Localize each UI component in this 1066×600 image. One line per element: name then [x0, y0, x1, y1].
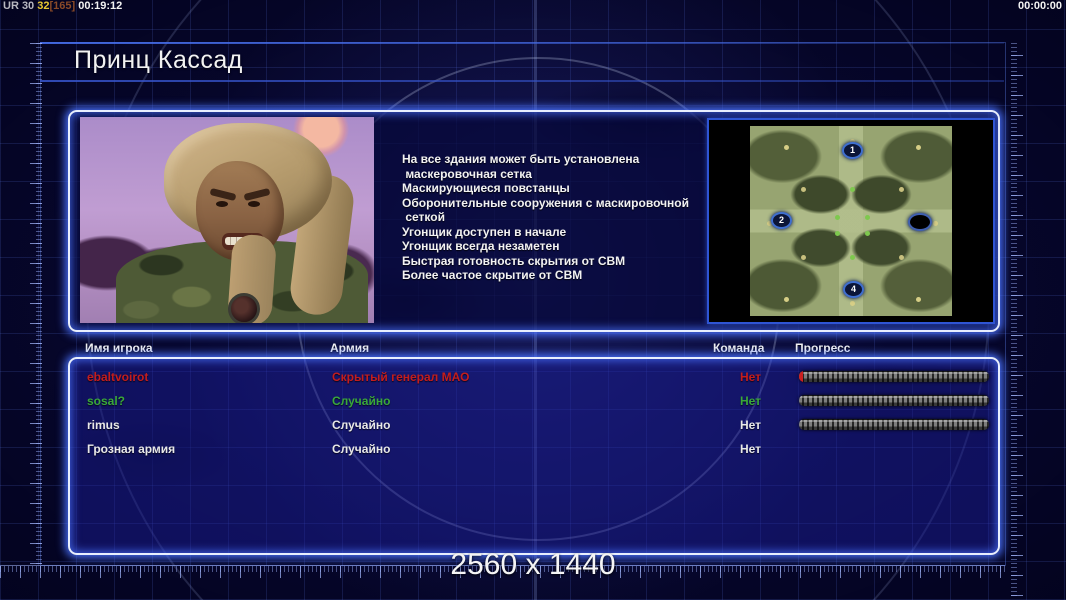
player-list-panel: ebaltvoirot Скрытый генерал МАО Нет sosa… — [68, 357, 1000, 555]
general-info-panel: На все здания может быть установлена мас… — [68, 110, 1000, 332]
map-resource-dots — [750, 126, 753, 129]
progress-accent — [799, 395, 803, 406]
ability-line: На все здания может быть установлена — [402, 152, 640, 166]
counter-value: 32 — [37, 0, 50, 12]
column-header-player-name: Имя игрока — [85, 341, 153, 355]
title-bottom-line — [40, 80, 1004, 82]
player-army: Скрытый генерал МАО — [332, 370, 470, 384]
ability-line: Оборонительные сооружения с маскировочно… — [402, 195, 690, 210]
ability-line: маскеровочная сетка — [402, 166, 532, 181]
player-team: Нет — [740, 418, 762, 432]
eye-left — [216, 201, 228, 207]
page-title: Принц Кассад — [74, 46, 243, 74]
general-abilities-list: На все здания может быть установлена мас… — [402, 152, 742, 283]
player-name: Грозная армия — [87, 442, 176, 456]
ability-line: Маскирующиеся повстанцы — [402, 181, 570, 195]
ability-line: сеткой — [402, 210, 445, 224]
elapsed-time: 00:19:12 — [78, 0, 123, 12]
general-portrait — [80, 117, 374, 323]
column-header-progress: Прогресс — [795, 341, 851, 355]
loading-screen: UR 30 32[165] 00:19:12 00:00:00 Принц Ка… — [0, 0, 1066, 600]
ability-line: Угонщик всегда незаметен — [402, 239, 560, 253]
start-position-marker: 1 — [842, 142, 863, 159]
player-name: rimus — [87, 418, 120, 432]
left-ruler — [28, 42, 42, 564]
map-preview-image: 1 2 4 — [750, 126, 952, 316]
column-header-team: Команда — [713, 341, 765, 355]
network-status-text: UR 30 32[165] 00:19:12 — [3, 0, 122, 13]
top-status-bar: UR 30 32[165] 00:19:12 00:00:00 — [0, 0, 1066, 14]
title-top-line — [40, 42, 1004, 44]
progress-accent — [799, 419, 803, 430]
player-name: ebaltvoirot — [87, 370, 149, 384]
player-row: sosal? Случайно Нет — [70, 389, 998, 413]
right-ruler — [1011, 42, 1025, 596]
start-position-marker-occupied — [908, 213, 932, 231]
player-army: Случайно — [332, 442, 391, 456]
player-row: ebaltvoirot Скрытый генерал МАО Нет — [70, 365, 998, 389]
player-name: sosal? — [87, 394, 126, 408]
resolution-label: 2560 x 1440 — [450, 548, 616, 581]
start-position-marker: 4 — [843, 281, 864, 298]
progress-bar — [799, 395, 989, 406]
detonator-gadget — [228, 293, 260, 323]
player-row: Грозная армия Случайно Нет — [70, 437, 998, 461]
player-team: Нет — [740, 394, 762, 408]
player-row: rimus Случайно Нет — [70, 413, 998, 437]
start-position-marker: 2 — [771, 212, 792, 229]
player-team: Нет — [740, 442, 762, 456]
player-team: Нет — [740, 370, 762, 384]
ability-line: Более частое скрытие от СВМ — [402, 268, 583, 282]
map-preview-box: 1 2 4 — [707, 118, 995, 324]
column-header-army: Армия — [330, 341, 370, 355]
eye-right — [248, 201, 260, 207]
ability-line: Быстрая готовность скрытия от СВМ — [402, 253, 626, 268]
ability-line: Угонщик доступен в начале — [402, 224, 567, 239]
player-army: Случайно — [332, 394, 391, 408]
progress-accent — [799, 371, 803, 382]
bracket-value: [165] — [49, 0, 76, 12]
progress-bar — [799, 371, 989, 382]
progress-bar — [799, 419, 989, 430]
session-label: UR 30 — [3, 0, 35, 12]
right-timer: 00:00:00 — [1017, 0, 1062, 12]
player-army: Случайно — [332, 418, 391, 432]
